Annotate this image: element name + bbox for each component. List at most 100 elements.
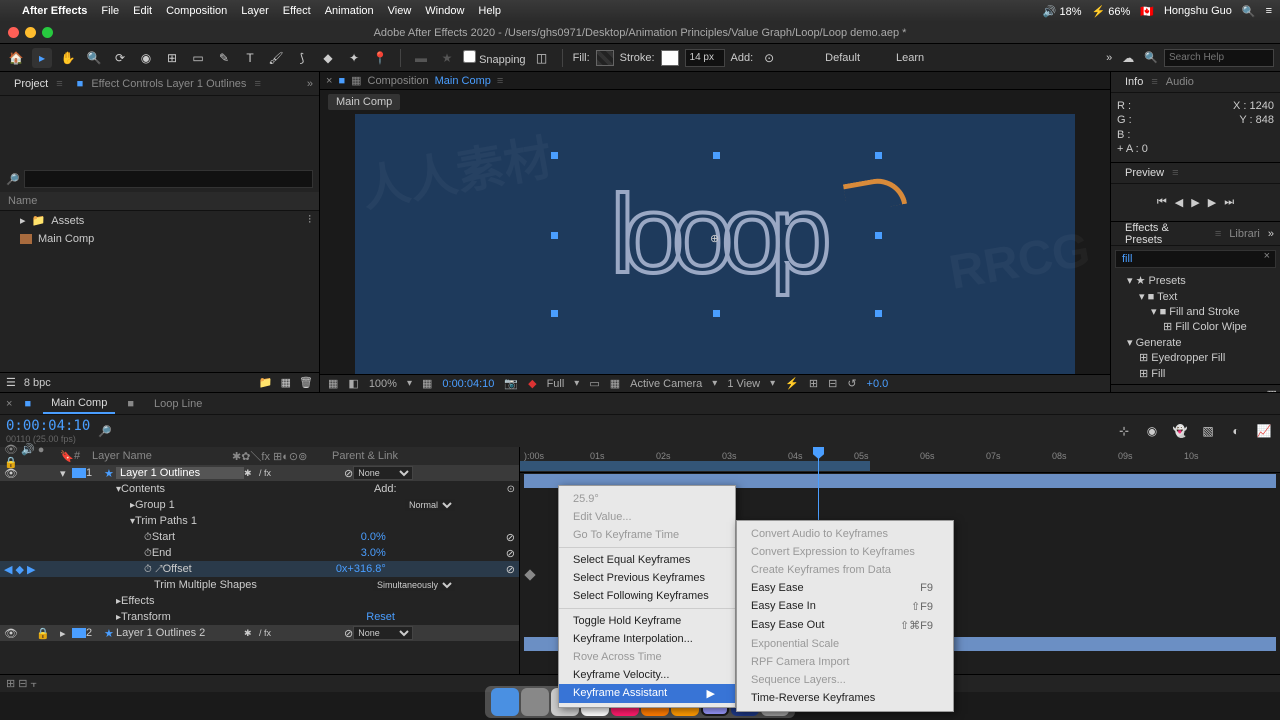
mi-goto-kf-time[interactable]: Go To Keyframe Time (559, 526, 735, 544)
sync-icon[interactable]: ☁ (1118, 48, 1138, 68)
dock-finder[interactable] (491, 688, 519, 716)
roto-tool[interactable]: ✦ (344, 48, 364, 68)
mi-exponential-scale[interactable]: Exponential Scale (737, 635, 953, 653)
hand-tool[interactable]: ✋ (58, 48, 78, 68)
project-column-name[interactable]: Name (0, 192, 319, 211)
reset-exposure-icon[interactable]: ↺ (847, 377, 856, 390)
prop-offset[interactable]: ◀ ◆ ▶⏱ ↗ Offset0x+316.8°⊘ (0, 561, 519, 577)
project-search-input[interactable] (24, 170, 313, 188)
mi-edit-value[interactable]: Edit Value... (559, 508, 735, 526)
menu-layer[interactable]: Layer (241, 5, 269, 17)
mi-convert-audio[interactable]: Convert Audio to Keyframes (737, 525, 953, 543)
fill-swatch[interactable] (596, 50, 614, 66)
tab-project[interactable]: Project (6, 74, 56, 94)
roi-icon[interactable]: ▭ (589, 377, 599, 390)
exposure-value[interactable]: +0.0 (867, 378, 889, 390)
menu-effect[interactable]: Effect (283, 5, 311, 17)
spotlight-icon[interactable]: 🔍 (1242, 5, 1256, 18)
timeline-tab-main[interactable]: Main Comp (43, 394, 115, 414)
mi-kf-velocity[interactable]: Keyframe Velocity... (559, 666, 735, 684)
selection-tool[interactable]: ▸ (32, 48, 52, 68)
prop-effects[interactable]: ▸ Effects (0, 593, 519, 609)
prop-contents[interactable]: ▾ ContentsAdd:⊙ (0, 481, 519, 497)
prop-group1[interactable]: ▸ Group 1Normal (0, 497, 519, 513)
minimize-icon[interactable] (25, 27, 36, 38)
keyframe[interactable] (524, 569, 535, 580)
alpha-icon[interactable]: ▦ (328, 377, 338, 390)
menu-window[interactable]: Window (425, 5, 464, 17)
add-menu-icon[interactable]: ⊙ (759, 48, 779, 68)
last-frame-icon[interactable]: ⏭ (1224, 196, 1234, 209)
prop-trim-multiple[interactable]: Trim Multiple ShapesSimultaneously (0, 577, 519, 593)
motion-blur-icon[interactable]: ◐ (1226, 421, 1246, 441)
play-icon[interactable]: ▶ (1191, 196, 1199, 209)
graph-editor-icon[interactable]: 📈 (1254, 421, 1274, 441)
interpret-icon[interactable]: ☰ (6, 376, 16, 389)
close-icon[interactable] (8, 27, 19, 38)
panel-overflow-icon[interactable]: » (307, 78, 313, 90)
comp-mini-flow-icon[interactable]: ⊹ (1114, 421, 1134, 441)
snapshot-icon[interactable]: 📷 (504, 377, 518, 390)
type-tool[interactable]: T (240, 48, 260, 68)
timeline-tab-loop[interactable]: Loop Line (146, 395, 210, 413)
prop-transform[interactable]: ▸ TransformReset (0, 609, 519, 625)
help-search-input[interactable] (1164, 49, 1274, 67)
draft3d-icon[interactable]: ◉ (1142, 421, 1162, 441)
zoom-value[interactable]: 100% (369, 378, 397, 390)
preset-text[interactable]: ▾ ■ Text (1115, 290, 1276, 305)
effect-generate[interactable]: ▾ Generate (1115, 336, 1276, 351)
frame-blend-icon[interactable]: ▧ (1198, 421, 1218, 441)
snap-opts-icon[interactable]: ◫ (532, 48, 552, 68)
tab-info[interactable]: Info (1117, 72, 1151, 92)
mask-mode-icon[interactable]: ▬ (411, 48, 431, 68)
snapping-checkbox[interactable]: Snapping (463, 50, 526, 66)
current-time[interactable]: 0:00:04:10 (6, 418, 90, 434)
search-icon[interactable]: 🔍 (1144, 51, 1158, 64)
project-item-assets[interactable]: ▸📁Assets⫶ (0, 211, 319, 230)
workspace-learn[interactable]: Learn (896, 52, 924, 64)
channel-icon[interactable]: ◆ (528, 377, 536, 390)
tab-audio[interactable]: Audio (1158, 72, 1202, 92)
bpc-toggle[interactable]: 8 bpc (24, 377, 51, 389)
camera-select[interactable]: Active Camera (630, 378, 702, 390)
eraser-tool[interactable]: ◆ (318, 48, 338, 68)
timeline-icon[interactable]: ⊞ (809, 377, 818, 390)
parent-select-2[interactable]: None (353, 626, 413, 640)
window-controls[interactable] (8, 27, 53, 38)
lib-overflow-icon[interactable]: » (1268, 228, 1274, 240)
mi-easy-ease-in[interactable]: Easy Ease In⇧F9 (737, 597, 953, 616)
shape-mode-icon[interactable]: ★ (437, 48, 457, 68)
timeline-search-icon[interactable]: 🔎 (98, 425, 112, 438)
new-folder-icon[interactable]: 📁 (259, 376, 273, 389)
fast-preview-icon[interactable]: ⚡ (785, 377, 799, 390)
clear-search-icon[interactable]: × (1264, 250, 1270, 262)
menu-composition[interactable]: Composition (166, 5, 227, 17)
mi-sequence-layers[interactable]: Sequence Layers... (737, 671, 953, 689)
home-icon[interactable]: 🏠 (6, 48, 26, 68)
mi-time-reverse[interactable]: Time-Reverse Keyframes (737, 689, 953, 707)
clone-tool[interactable]: ⟆ (292, 48, 312, 68)
trash-icon[interactable]: 🗑 (299, 376, 313, 389)
macos-menubar[interactable]: After Effects File Edit Composition Laye… (0, 0, 1280, 22)
next-frame-icon[interactable]: ▶ (1208, 196, 1216, 209)
user-name[interactable]: Hongshu Guo (1164, 5, 1232, 17)
res-grid-icon[interactable]: ▦ (422, 377, 432, 390)
mi-kf-interpolation[interactable]: Keyframe Interpolation... (559, 630, 735, 648)
prop-end[interactable]: ⏱ End3.0%⊘ (0, 545, 519, 561)
workspace-overflow-icon[interactable]: » (1106, 52, 1112, 64)
time-display[interactable]: 0:00:04:10 (442, 378, 494, 390)
menu-view[interactable]: View (388, 5, 412, 17)
orbit-tool[interactable]: ⟳ (110, 48, 130, 68)
anchor-tool[interactable]: ⊞ (162, 48, 182, 68)
mi-select-equal[interactable]: Select Equal Keyframes (559, 551, 735, 569)
mi-rpf-import[interactable]: RPF Camera Import (737, 653, 953, 671)
new-comp-icon[interactable]: ▦ (281, 376, 291, 389)
menu-edit[interactable]: Edit (133, 5, 152, 17)
workspace-default[interactable]: Default (825, 52, 860, 64)
resolution-select[interactable]: Full (547, 378, 565, 390)
menu-file[interactable]: File (101, 5, 119, 17)
toggle-switches-icon[interactable]: ⊞ ⊟ ⫟ (6, 677, 37, 691)
brush-tool[interactable]: 🖌 (266, 48, 286, 68)
effect-eyedropper-fill[interactable]: ⊞ Eyedropper Fill (1115, 351, 1276, 366)
prev-frame-icon[interactable]: ◀ (1175, 196, 1183, 209)
